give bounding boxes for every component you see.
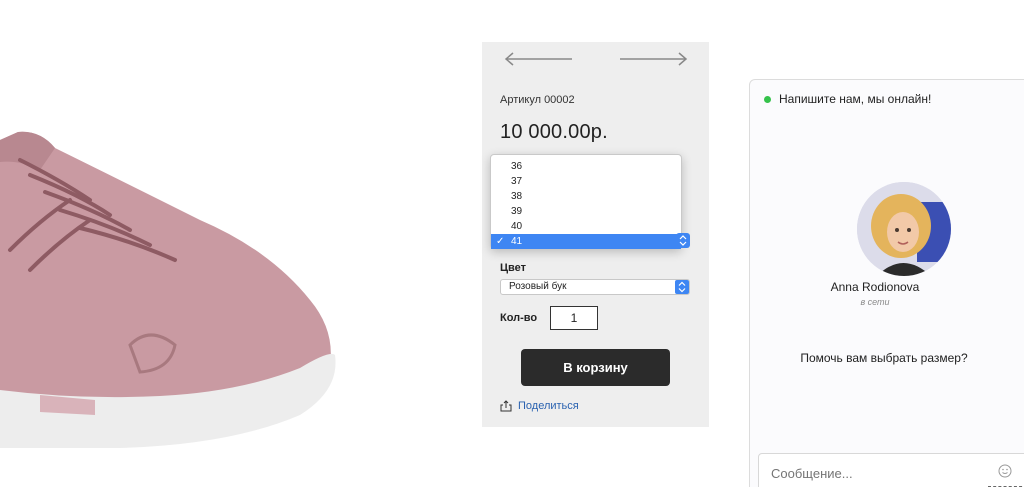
arrow-left-icon[interactable] xyxy=(504,52,574,66)
size-option-label: 41 xyxy=(511,236,523,247)
product-image xyxy=(0,131,336,448)
product-panel: Артикул 00002 10 000.00р. 36 37 38 39 40… xyxy=(482,42,709,427)
size-dropdown-list[interactable]: 36 37 38 39 40 ✓ 41 xyxy=(490,154,682,249)
quantity-label: Кол-во xyxy=(500,312,538,324)
color-label: Цвет xyxy=(500,262,527,274)
arrow-right-icon[interactable] xyxy=(618,52,688,66)
online-status-icon xyxy=(764,95,771,103)
product-page: Артикул 00002 10 000.00р. 36 37 38 39 40… xyxy=(0,0,1024,487)
agent-status: в сети xyxy=(860,297,890,307)
size-option[interactable]: 38 xyxy=(491,189,681,204)
share-icon xyxy=(500,400,512,412)
chat-header: Напишите нам, мы онлайн! xyxy=(764,92,931,106)
size-option[interactable]: 40 xyxy=(491,219,681,234)
quantity-input[interactable] xyxy=(550,306,598,330)
product-price: 10 000.00р. xyxy=(500,121,608,143)
size-option[interactable]: 37 xyxy=(491,174,681,189)
color-select[interactable]: Розовый бук xyxy=(500,279,690,295)
product-sku: Артикул 00002 xyxy=(500,94,575,106)
select-arrows-icon xyxy=(675,280,689,294)
agent-name: Anna Rodionova xyxy=(830,280,920,294)
size-option[interactable]: 39 xyxy=(491,204,681,219)
share-link[interactable]: Поделиться xyxy=(500,400,579,412)
select-arrows-icon[interactable] xyxy=(676,233,690,248)
emoji-icon[interactable] xyxy=(998,464,1012,478)
size-option[interactable]: 36 xyxy=(491,159,681,174)
add-to-cart-button[interactable]: В корзину xyxy=(521,349,670,386)
share-label: Поделиться xyxy=(518,400,579,412)
size-option-selected[interactable]: ✓ 41 xyxy=(491,234,681,249)
chat-message: Помочь вам выбрать размер? xyxy=(800,351,968,365)
message-input[interactable] xyxy=(758,453,1024,487)
color-select-value: Розовый бук xyxy=(509,281,567,292)
chat-widget: Напишите нам, мы онлайн! Anna Rodionova … xyxy=(749,79,1024,487)
avatar xyxy=(857,182,951,276)
checkmark-icon: ✓ xyxy=(496,236,505,247)
chat-header-text: Напишите нам, мы онлайн! xyxy=(779,92,932,106)
